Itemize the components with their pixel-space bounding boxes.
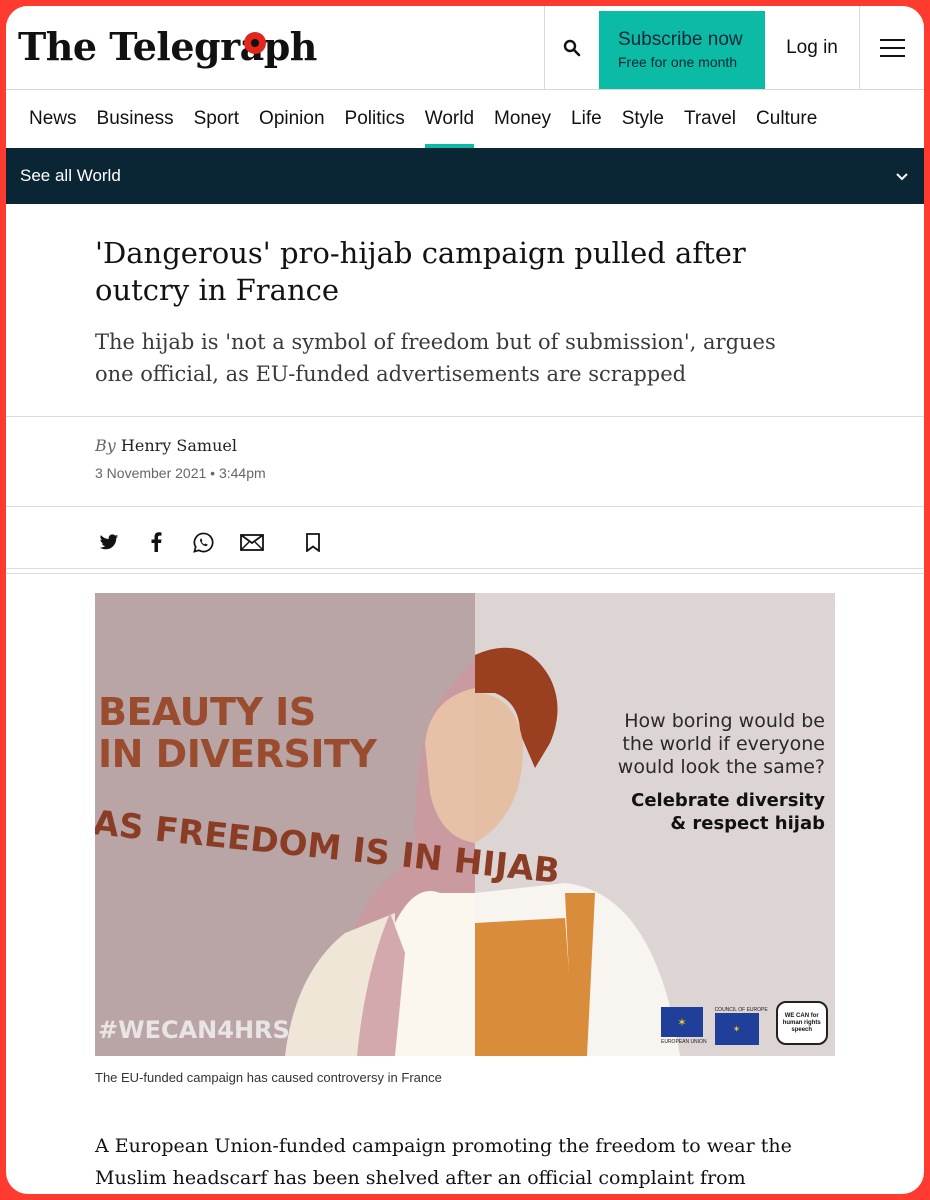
image-headline-line-2: IN DIVERSITY: [98, 732, 377, 776]
nav-item-style[interactable]: Style: [612, 90, 674, 148]
eu-flag-icon: ✶: [661, 1007, 703, 1037]
telegraph-logo[interactable]: The Telegraph: [18, 24, 317, 69]
menu-icon-line: [879, 47, 905, 49]
image-headline-line-1: BEAUTY IS: [98, 690, 316, 734]
article-body: A European Union-funded campaign promoti…: [95, 1135, 792, 1189]
subscribe-title: Subscribe now: [618, 29, 743, 50]
chevron-down-icon: [896, 148, 908, 204]
nav-item-life[interactable]: Life: [561, 90, 612, 148]
section-nav: News Business Sport Opinion Politics Wor…: [6, 90, 924, 148]
nav-item-opinion[interactable]: Opinion: [249, 90, 335, 148]
nav-item-travel[interactable]: Travel: [674, 90, 746, 148]
image-headline: BEAUTY IS IN DIVERSITY: [98, 690, 377, 776]
publish-date: 3 November 2021 • 3:44pm: [95, 465, 266, 481]
article-image[interactable]: BEAUTY IS IN DIVERSITY AS FREEDOM IS IN …: [95, 593, 835, 1056]
search-icon: [563, 39, 581, 57]
subnav-dropdown[interactable]: See all World: [6, 148, 924, 204]
email-icon[interactable]: [239, 531, 265, 553]
divider: [6, 568, 924, 569]
article-headline: 'Dangerous' pro-hijab campaign pulled af…: [95, 236, 746, 307]
nav-item-culture[interactable]: Culture: [746, 90, 827, 148]
subscribe-button[interactable]: Subscribe now Free for one month: [599, 11, 765, 89]
nav-item-sport[interactable]: Sport: [184, 90, 249, 148]
byline: By Henry Samuel: [95, 436, 237, 455]
twitter-icon[interactable]: [98, 531, 120, 553]
menu-button[interactable]: [859, 6, 924, 90]
nav-item-news[interactable]: News: [19, 90, 87, 148]
image-hashtag: #WECAN4HRS: [98, 1016, 290, 1044]
article-standfirst: The hijab is 'not a symbol of freedom bu…: [95, 330, 776, 386]
site-header: The Telegraph Subscribe now Free for one…: [6, 6, 924, 90]
image-question: How boring would be the world if everyon…: [617, 710, 825, 778]
share-bar: [98, 528, 349, 556]
divider: [6, 506, 924, 507]
nav-item-business[interactable]: Business: [87, 90, 184, 148]
search-button[interactable]: [544, 6, 599, 90]
nav-item-money[interactable]: Money: [484, 90, 561, 148]
divider: [6, 573, 924, 574]
subscribe-subtitle: Free for one month: [618, 54, 738, 70]
poppy-icon: [244, 32, 266, 54]
sponsor-logos: ✶ EUROPEAN UNION COUNCIL OF EUROPE ✶ WE …: [661, 1001, 828, 1045]
byline-prefix: By: [95, 436, 116, 455]
wecan-logo: WE CAN for human rights speech: [775, 1001, 828, 1045]
whatsapp-icon[interactable]: [192, 531, 214, 553]
wecan-logo-label: WE CAN for human rights speech: [782, 1012, 821, 1033]
facebook-icon[interactable]: [145, 531, 167, 553]
image-call-to-action: Celebrate diversity & respect hijab: [631, 790, 825, 834]
author-link[interactable]: Henry Samuel: [121, 436, 237, 455]
menu-icon: [879, 39, 905, 41]
nav-item-world[interactable]: World: [415, 90, 484, 148]
nav-item-politics[interactable]: Politics: [335, 90, 415, 148]
bookmark-icon[interactable]: [302, 531, 324, 553]
browser-frame: The Telegraph Subscribe now Free for one…: [6, 6, 924, 1194]
menu-icon-line: [879, 55, 905, 57]
coe-logo: COUNCIL OF EUROPE ✶: [714, 1005, 768, 1045]
eu-logo-label: EUROPEAN UNION: [661, 1039, 707, 1045]
image-caption: The EU-funded campaign has caused contro…: [95, 1070, 442, 1085]
subnav-label: See all World: [20, 166, 121, 185]
coe-logo-label: COUNCIL OF EUROPE: [714, 1007, 768, 1013]
login-button[interactable]: Log in: [765, 6, 859, 90]
coe-flag-icon: ✶: [714, 1013, 759, 1045]
eu-logo: ✶ EUROPEAN UNION: [661, 1007, 707, 1045]
divider: [6, 416, 924, 417]
